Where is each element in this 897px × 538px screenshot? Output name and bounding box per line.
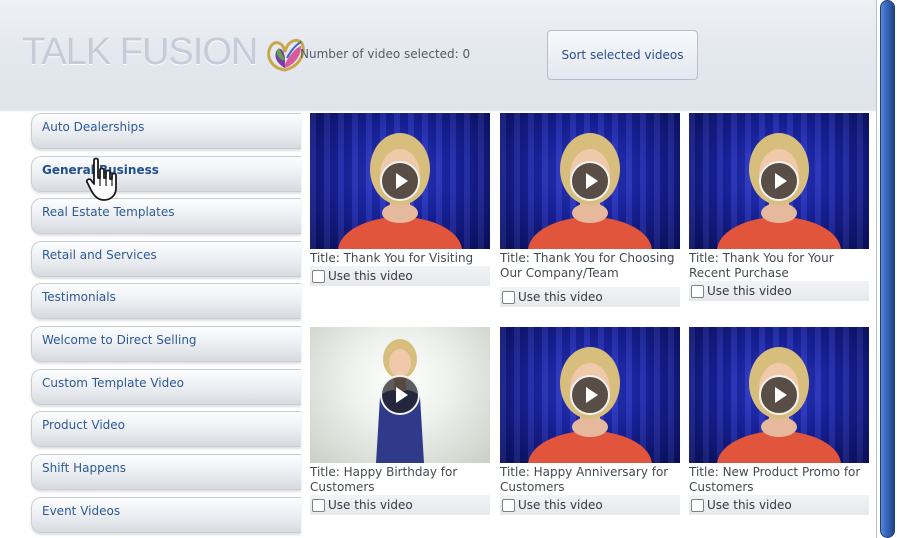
category-custom-template-video[interactable]: Custom Template Video — [31, 369, 301, 405]
logo-text: TALK FUSION — [22, 30, 258, 73]
video-thumbnail[interactable] — [500, 113, 680, 249]
use-video-row: Use this video — [689, 495, 869, 515]
use-video-checkbox[interactable] — [312, 498, 325, 512]
category-retail-and-services[interactable]: Retail and Services — [31, 241, 301, 277]
video-selector-page: TALK FUSION Number of video selected: 0 … — [0, 0, 897, 538]
use-video-label: Use this video — [518, 498, 603, 512]
category-real-estate-templates[interactable]: Real Estate Templates — [31, 198, 301, 234]
play-button[interactable] — [380, 161, 420, 201]
video-card: Title: Thank You for Choosing Our Compan… — [500, 113, 680, 307]
vertical-scrollbar[interactable] — [876, 0, 897, 538]
use-video-checkbox[interactable] — [691, 284, 704, 298]
sort-selected-videos-button[interactable]: Sort selected videos — [547, 30, 698, 80]
category-general-business[interactable]: General Business — [31, 156, 301, 192]
use-video-row: Use this video — [500, 287, 680, 307]
use-video-label: Use this video — [518, 290, 603, 304]
talk-fusion-logo: TALK FUSION — [22, 30, 307, 74]
play-button[interactable] — [759, 161, 799, 201]
play-button[interactable] — [570, 161, 610, 201]
play-button[interactable] — [759, 375, 799, 415]
scrollbar-thumb[interactable] — [880, 0, 895, 538]
use-video-row: Use this video — [500, 495, 680, 515]
use-video-checkbox[interactable] — [502, 290, 515, 304]
category-welcome-to-direct-selling[interactable]: Welcome to Direct Selling — [31, 326, 301, 362]
play-button[interactable] — [570, 375, 610, 415]
use-video-checkbox[interactable] — [691, 498, 704, 512]
video-title: Title: New Product Promo for Customers — [689, 465, 861, 494]
video-thumbnail[interactable] — [500, 327, 680, 463]
video-card: Title: Thank You for Your Recent Purchas… — [689, 113, 869, 301]
use-video-row: Use this video — [689, 281, 869, 301]
video-title: Title: Happy Birthday for Customers — [310, 465, 458, 494]
video-thumbnail[interactable] — [310, 327, 490, 463]
video-card: Title: Happy Birthday for Customers Use … — [310, 327, 490, 515]
category-testimonials[interactable]: Testimonials — [31, 283, 301, 319]
category-event-videos[interactable]: Event Videos — [31, 497, 301, 533]
use-video-checkbox[interactable] — [312, 269, 325, 283]
video-title: Title: Happy Anniversary for Customers — [500, 465, 669, 494]
video-card: Title: New Product Promo for Customers U… — [689, 327, 869, 515]
use-video-label: Use this video — [707, 498, 792, 512]
use-video-label: Use this video — [707, 284, 792, 298]
video-card: Title: Thank You for Visiting Use this v… — [310, 113, 490, 286]
use-video-row: Use this video — [310, 266, 490, 286]
category-product-video[interactable]: Product Video — [31, 411, 301, 447]
video-title: Title: Thank You for Your Recent Purchas… — [689, 251, 834, 280]
play-icon — [396, 387, 408, 403]
video-title: Title: Thank You for Visiting — [310, 251, 474, 265]
category-shift-happens[interactable]: Shift Happens — [31, 454, 301, 490]
play-button[interactable] — [380, 375, 420, 415]
play-icon — [586, 387, 598, 403]
video-thumbnail[interactable] — [689, 113, 869, 249]
use-video-checkbox[interactable] — [502, 498, 515, 512]
video-card: Title: Happy Anniversary for Customers U… — [500, 327, 680, 515]
use-video-label: Use this video — [328, 269, 413, 283]
video-thumbnail[interactable] — [310, 113, 490, 249]
use-video-row: Use this video — [310, 495, 490, 515]
play-icon — [586, 173, 598, 189]
video-thumbnail[interactable] — [689, 327, 869, 463]
selected-count-label: Number of video selected: 0 — [300, 47, 471, 61]
video-title: Title: Thank You for Choosing Our Compan… — [500, 251, 675, 280]
play-icon — [396, 173, 408, 189]
use-video-label: Use this video — [328, 498, 413, 512]
play-icon — [775, 173, 787, 189]
play-icon — [775, 387, 787, 403]
category-auto-dealerships[interactable]: Auto Dealerships — [31, 113, 301, 149]
